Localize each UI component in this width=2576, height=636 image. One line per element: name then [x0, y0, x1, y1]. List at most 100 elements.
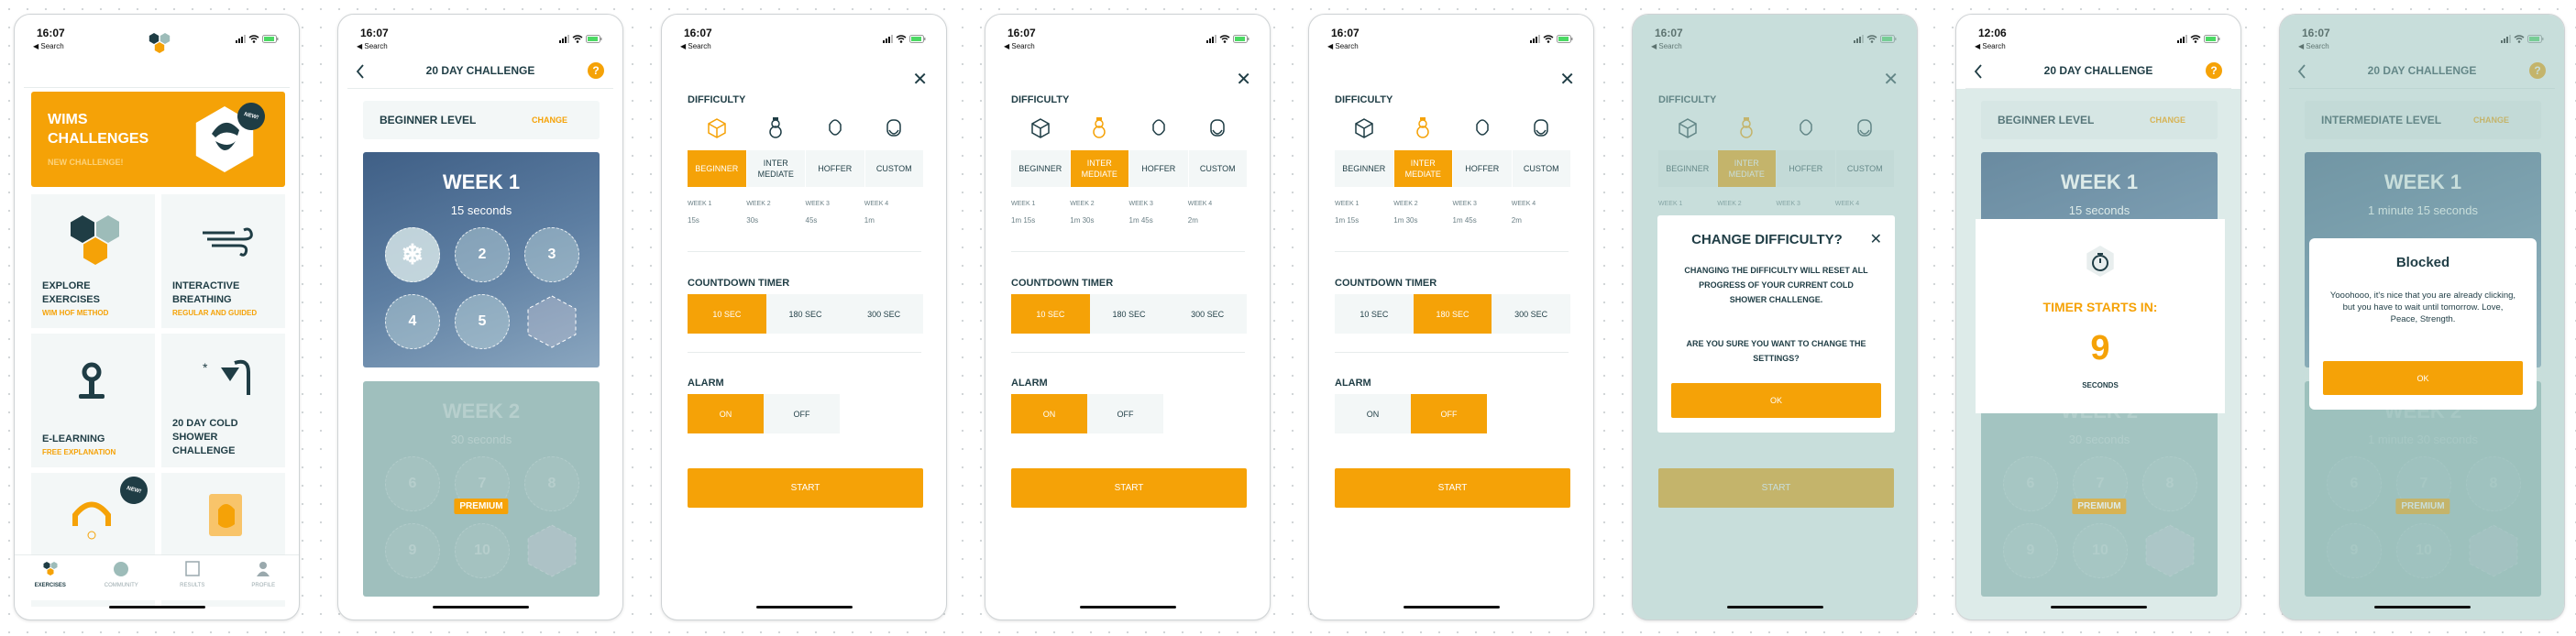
tab-community[interactable]: COMMUNITY — [86, 555, 158, 600]
alarm-option-on[interactable]: ON — [688, 394, 764, 433]
tile-shower[interactable]: * 20 DAY COLD SHOWER CHALLENGE — [161, 334, 285, 467]
alarm-option-off[interactable]: OFF — [1087, 394, 1163, 433]
wifi-icon — [1219, 31, 1230, 48]
difficulty-heading: DIFFICULTY — [1011, 94, 1070, 105]
phone-screen-6: 16:07◀ Search✕DIFFICULTYBEGINNERINTER ME… — [1632, 14, 1918, 620]
timer-option-180-sec[interactable]: 180 SEC — [1413, 294, 1492, 334]
difficulty-option-intermediate[interactable]: INTER MEDIATE — [1070, 150, 1128, 187]
tile-title-line: CHALLENGE — [172, 445, 236, 456]
timer-option-10-sec[interactable]: 10 SEC — [1335, 294, 1414, 334]
hero-title-line2: CHALLENGES — [48, 131, 149, 147]
alarm-option-off[interactable]: OFF — [764, 394, 840, 433]
back-to-search-link[interactable]: ◀ Search — [1004, 42, 1035, 50]
close-button[interactable]: ✕ — [1236, 68, 1251, 91]
difficulty-option-hoffer[interactable]: HOFFER — [1129, 150, 1188, 187]
battery-icon — [909, 31, 926, 48]
book-icon — [198, 489, 253, 545]
week-card[interactable]: WEEK 1 15 seconds ❄ 2 3 4 5 — [363, 152, 600, 367]
new-badge: NEW! — [116, 473, 151, 508]
tab-label: EXERCISES — [34, 583, 66, 588]
tab-exercises[interactable]: EXERCISES — [15, 555, 86, 600]
back-to-search-link[interactable]: ◀ Search — [357, 42, 388, 50]
difficulty-option-beginner[interactable]: BEGINNER — [1335, 150, 1393, 187]
back-to-search-link[interactable]: ◀ Search — [33, 42, 64, 50]
difficulty-option-custom[interactable]: CUSTOM — [1512, 150, 1570, 187]
week-value: 1m 30s — [1393, 216, 1418, 225]
day-3-button[interactable]: 3 — [524, 227, 579, 282]
signal-icon — [2177, 31, 2187, 48]
ok-button[interactable]: OK — [1671, 383, 1881, 418]
week-value: 1m 45s — [1128, 216, 1153, 225]
day-2-button[interactable]: 2 — [455, 227, 510, 282]
timer-option-300-sec[interactable]: 300 SEC — [1168, 294, 1248, 334]
difficulty-option-custom[interactable]: CUSTOM — [1188, 150, 1247, 187]
help-button[interactable]: ? — [588, 62, 604, 79]
start-button[interactable]: START — [1011, 468, 1247, 508]
start-button[interactable]: START — [1335, 468, 1570, 508]
completed-day-snowflake[interactable]: ❄ — [385, 227, 440, 282]
difficulty-heading: DIFFICULTY — [1335, 94, 1393, 105]
tile-hexagons[interactable]: EXPLORE EXERCISES WIM HOF METHOD — [31, 194, 155, 328]
tile-wind[interactable]: INTERACTIVE BREATHING REGULAR AND GUIDED — [161, 194, 285, 328]
signal-icon — [1530, 31, 1540, 48]
phone-screen-1: 16:07 ◀ Search WIMS CHALLENGES NEW CHALLENGE… — [14, 14, 300, 620]
level-card: BEGINNER LEVEL CHANGE — [363, 101, 600, 139]
difficulty-option-intermediate[interactable]: INTER MEDIATE — [1393, 150, 1452, 187]
wims-challenges-card[interactable]: WIMS CHALLENGES NEW CHALLENGE! NEW! — [31, 92, 285, 187]
week-duration: 15 seconds — [450, 203, 512, 217]
difficulty-option-beginner[interactable]: BEGINNER — [688, 150, 746, 187]
difficulty-option-beginner[interactable]: BEGINNER — [1011, 150, 1070, 187]
status-time: 16:07 — [1331, 27, 1360, 39]
status-icons — [559, 31, 602, 48]
tab-profile[interactable]: PROFILE — [228, 555, 300, 600]
timer-option-10-sec[interactable]: 10 SEC — [1011, 294, 1090, 334]
difficulty-option-hoffer[interactable]: HOFFER — [1453, 150, 1512, 187]
day-4-button[interactable]: 4 — [385, 294, 440, 349]
alarm-option-on[interactable]: ON — [1011, 394, 1087, 433]
battery-icon — [262, 31, 279, 48]
difficulty-option-hoffer[interactable]: HOFFER — [806, 150, 864, 187]
help-button[interactable]: ? — [2206, 62, 2222, 79]
change-level-link[interactable]: CHANGE — [532, 115, 567, 125]
tile-meditation[interactable]: E-LEARNING FREE EXPLANATION — [31, 334, 155, 467]
back-to-search-link[interactable]: ◀ Search — [1975, 42, 2006, 50]
difficulty-option-custom[interactable]: CUSTOM — [864, 150, 923, 187]
bearded-face-icon — [1531, 117, 1551, 144]
timer-option-300-sec[interactable]: 300 SEC — [1492, 294, 1571, 334]
premium-badge[interactable]: PREMIUM — [454, 499, 509, 514]
difficulty-selector: BEGINNERINTER MEDIATEHOFFERCUSTOM — [1011, 150, 1247, 187]
timer-option-180-sec[interactable]: 180 SEC — [765, 294, 845, 334]
tab-results[interactable]: RESULTS — [157, 555, 228, 600]
countdown-selector: 10 SEC 180 SEC 300 SEC — [1011, 294, 1248, 334]
back-to-search-link[interactable]: ◀ Search — [680, 42, 711, 50]
week-value: 2m — [1511, 216, 1522, 225]
close-button[interactable]: ✕ — [912, 68, 928, 91]
week-values: 15s 30s 45s 1m — [688, 216, 923, 225]
alarm-option-on[interactable]: ON — [1335, 394, 1411, 433]
start-button[interactable]: START — [688, 468, 923, 508]
timer-option-180-sec[interactable]: 180 SEC — [1089, 294, 1169, 334]
difficulty-option-intermediate[interactable]: INTER MEDIATE — [746, 150, 805, 187]
day-5-button[interactable]: 5 — [455, 294, 510, 349]
ok-button[interactable]: OK — [2323, 361, 2523, 395]
week-labels: WEEK 1 WEEK 2 WEEK 3 WEEK 4 — [688, 201, 923, 207]
globe-icon — [113, 561, 129, 579]
week-label: WEEK 2 — [1070, 201, 1095, 207]
results-icon — [184, 561, 201, 579]
tile-title-line: E-LEARNING — [42, 433, 105, 444]
alarm-option-off[interactable]: OFF — [1411, 394, 1487, 433]
section-divider — [1335, 352, 1569, 353]
back-to-search-link[interactable]: ◀ Search — [1327, 42, 1359, 50]
week-labels: WEEK 1 WEEK 2 WEEK 3 WEEK 4 — [1335, 201, 1570, 207]
home-indicator — [2374, 606, 2471, 609]
close-button[interactable]: ✕ — [1559, 68, 1575, 91]
week-value: 15s — [688, 216, 699, 225]
timer-option-10-sec[interactable]: 10 SEC — [688, 294, 766, 334]
week-value: 1m 15s — [1335, 216, 1360, 225]
dialog-close-button[interactable]: ✕ — [1870, 230, 1882, 248]
dialog-message: Yooohooo, it's nice that you are already… — [2329, 291, 2516, 324]
status-icons — [1206, 31, 1249, 48]
section-divider — [688, 251, 921, 252]
day-number: 10 — [474, 543, 490, 558]
timer-option-300-sec[interactable]: 300 SEC — [844, 294, 924, 334]
